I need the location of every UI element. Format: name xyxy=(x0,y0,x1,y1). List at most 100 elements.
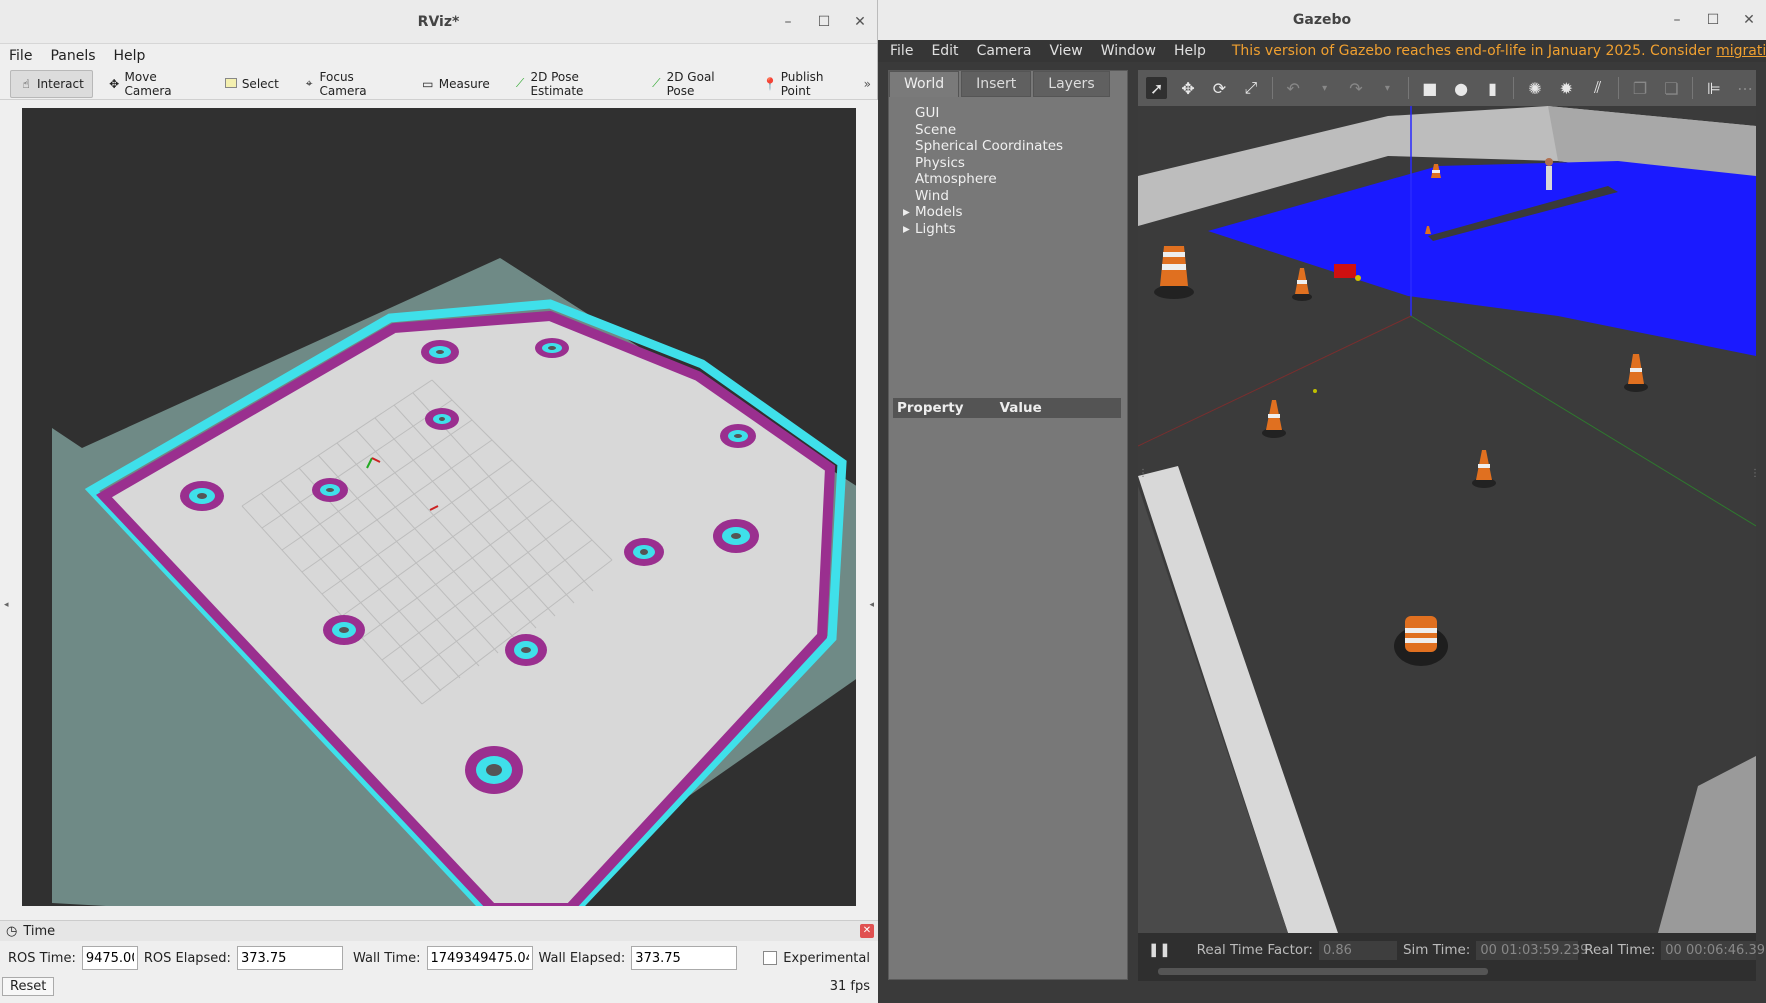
rviz-3d-view[interactable] xyxy=(22,108,856,906)
map-pin-icon: 📍 xyxy=(762,76,778,91)
menu-edit[interactable]: Edit xyxy=(931,43,958,59)
wall-time-label: Wall Time: xyxy=(352,950,421,966)
align-icon[interactable]: ⊫ xyxy=(1703,77,1724,99)
undo-dropdown-icon[interactable]: ▾ xyxy=(1314,77,1335,99)
paste-icon[interactable]: ❏ xyxy=(1661,77,1682,99)
tree-item-spherical-coordinates[interactable]: Spherical Coordinates xyxy=(915,138,1127,155)
gazebo-status-bar: ❚❚ Real Time Factor: 0.86 Sim Time: 00 0… xyxy=(1138,933,1765,981)
maximize-icon[interactable]: ☐ xyxy=(817,14,831,30)
ros-time-label: ROS Time: xyxy=(8,950,76,966)
rtf-label: Real Time Factor: xyxy=(1196,942,1313,958)
wall-elapsed-field[interactable] xyxy=(631,946,738,970)
goal-arrow-icon: ⟋ xyxy=(652,76,661,90)
focus-camera-tool[interactable]: ⌖ Focus Camera xyxy=(294,70,406,98)
menu-help[interactable]: Help xyxy=(1174,43,1206,59)
ruler-icon: ▭ xyxy=(422,76,434,91)
time-row: ROS Time: ROS Elapsed: Wall Time: Wall E… xyxy=(0,941,878,975)
pose-estimate-tool[interactable]: ⟋ 2D Pose Estimate xyxy=(505,70,635,98)
close-icon[interactable]: ✕ xyxy=(1742,12,1756,28)
menu-camera[interactable]: Camera xyxy=(977,43,1032,59)
rotate-mode-icon[interactable]: ⟳ xyxy=(1209,77,1230,99)
sim-time-label: Sim Time: xyxy=(1402,942,1471,958)
ros-elapsed-field[interactable] xyxy=(236,946,343,970)
hand-icon: ☝ xyxy=(22,76,30,91)
select-icon xyxy=(224,77,238,91)
spot-light-icon[interactable]: ✹ xyxy=(1556,77,1577,99)
tree-item-scene[interactable]: Scene xyxy=(915,122,1127,139)
tab-layers[interactable]: Layers xyxy=(1033,71,1110,97)
rviz-render-area: ◂ ◂ xyxy=(0,100,878,920)
minimize-icon[interactable]: – xyxy=(781,14,795,30)
publish-point-label: Publish Point xyxy=(780,69,824,98)
ros-time-field[interactable] xyxy=(81,946,138,970)
pause-icon[interactable]: ❚❚ xyxy=(1148,942,1171,958)
fps-label: 31 fps xyxy=(829,978,870,994)
select-mode-icon[interactable]: ➚ xyxy=(1146,77,1168,99)
close-icon[interactable]: ✕ xyxy=(853,14,867,30)
move-camera-tool[interactable]: ✥ Move Camera xyxy=(99,70,209,98)
costmap-render xyxy=(52,258,856,906)
cylinder-shape-icon[interactable]: ▮ xyxy=(1482,77,1503,99)
pose-estimate-label: 2D Pose Estimate xyxy=(530,69,584,98)
menu-view[interactable]: View xyxy=(1050,43,1083,59)
ros-elapsed-label: ROS Elapsed: xyxy=(143,950,231,966)
focus-camera-label: Focus Camera xyxy=(319,69,367,98)
tree-item-gui[interactable]: GUI xyxy=(915,105,1127,122)
wall-elapsed-label: Wall Elapsed: xyxy=(538,950,626,966)
time-panel-header: ◷ Time ✕ xyxy=(0,921,878,941)
goal-pose-tool[interactable]: ⟋ 2D Goal Pose xyxy=(641,70,748,98)
toolbar-overflow-icon[interactable]: » xyxy=(864,77,871,91)
gazebo-3d-view[interactable]: ⋮ ⋮ xyxy=(1138,106,1756,933)
value-header: Value xyxy=(999,400,1042,416)
select-tool[interactable]: Select xyxy=(215,70,288,98)
right-dock-handle-icon[interactable]: ◂ xyxy=(869,600,874,610)
experimental-checkbox[interactable] xyxy=(763,951,778,965)
point-light-icon[interactable]: ✺ xyxy=(1524,77,1545,99)
wall-time-field[interactable] xyxy=(426,946,533,970)
menu-file[interactable]: File xyxy=(9,48,32,64)
directional-light-icon[interactable]: ⫽ xyxy=(1587,77,1608,99)
menu-help[interactable]: Help xyxy=(114,48,146,64)
tree-item-physics[interactable]: Physics xyxy=(915,155,1127,172)
left-dock-handle-icon[interactable]: ◂ xyxy=(4,600,9,610)
sphere-shape-icon[interactable]: ● xyxy=(1450,77,1471,99)
clock-icon: ◷ xyxy=(6,923,18,939)
person-model xyxy=(1545,158,1553,190)
box-shape-icon[interactable]: ■ xyxy=(1419,77,1440,99)
measure-tool[interactable]: ▭ Measure xyxy=(412,70,499,98)
real-time-label: Real Time: xyxy=(1584,942,1656,958)
reset-button[interactable]: Reset xyxy=(2,976,55,996)
goal-pose-label: 2D Goal Pose xyxy=(666,69,715,98)
gazebo-tabs: World Insert Layers xyxy=(889,71,1127,97)
snap-icon[interactable]: ⋯ xyxy=(1734,77,1755,99)
translate-mode-icon[interactable]: ✥ xyxy=(1177,77,1198,99)
interact-tool[interactable]: ☝ Interact xyxy=(10,69,93,98)
migrating-link[interactable]: migrating to the n xyxy=(1716,43,1766,59)
undo-icon[interactable]: ↶ xyxy=(1283,77,1304,99)
menu-panels[interactable]: Panels xyxy=(50,48,95,64)
scale-mode-icon[interactable]: ⤢ xyxy=(1240,77,1261,99)
publish-point-tool[interactable]: 📍 Publish Point xyxy=(754,70,858,98)
tree-item-atmosphere[interactable]: Atmosphere xyxy=(915,171,1127,188)
gazebo-scene: ⋮ ⋮ xyxy=(1138,106,1756,933)
redo-icon[interactable]: ↷ xyxy=(1345,77,1366,99)
menu-file[interactable]: File xyxy=(890,43,913,59)
rtf-value: 0.86 xyxy=(1318,940,1397,960)
minimize-icon[interactable]: – xyxy=(1670,12,1684,28)
time-panel-footer: Reset 31 fps xyxy=(0,975,878,997)
svg-text:⋮: ⋮ xyxy=(1750,468,1756,479)
redo-dropdown-icon[interactable]: ▾ xyxy=(1377,77,1398,99)
rviz-menubar: File Panels Help xyxy=(0,44,877,68)
maximize-icon[interactable]: ☐ xyxy=(1706,12,1720,28)
close-panel-icon[interactable]: ✕ xyxy=(860,924,874,938)
tree-item-wind[interactable]: Wind xyxy=(915,188,1127,205)
status-scrollbar[interactable] xyxy=(1158,968,1488,975)
tab-world[interactable]: World xyxy=(889,71,960,97)
copy-icon[interactable]: ❐ xyxy=(1629,77,1650,99)
rviz-window: RViz* – ☐ ✕ File Panels Help ☝ Interact … xyxy=(0,0,878,1003)
tree-item-lights[interactable]: Lights xyxy=(915,221,1127,238)
tree-item-models[interactable]: Models xyxy=(915,204,1127,221)
gazebo-title: Gazebo xyxy=(1292,12,1352,28)
tab-insert[interactable]: Insert xyxy=(961,71,1032,97)
menu-window[interactable]: Window xyxy=(1101,43,1156,59)
